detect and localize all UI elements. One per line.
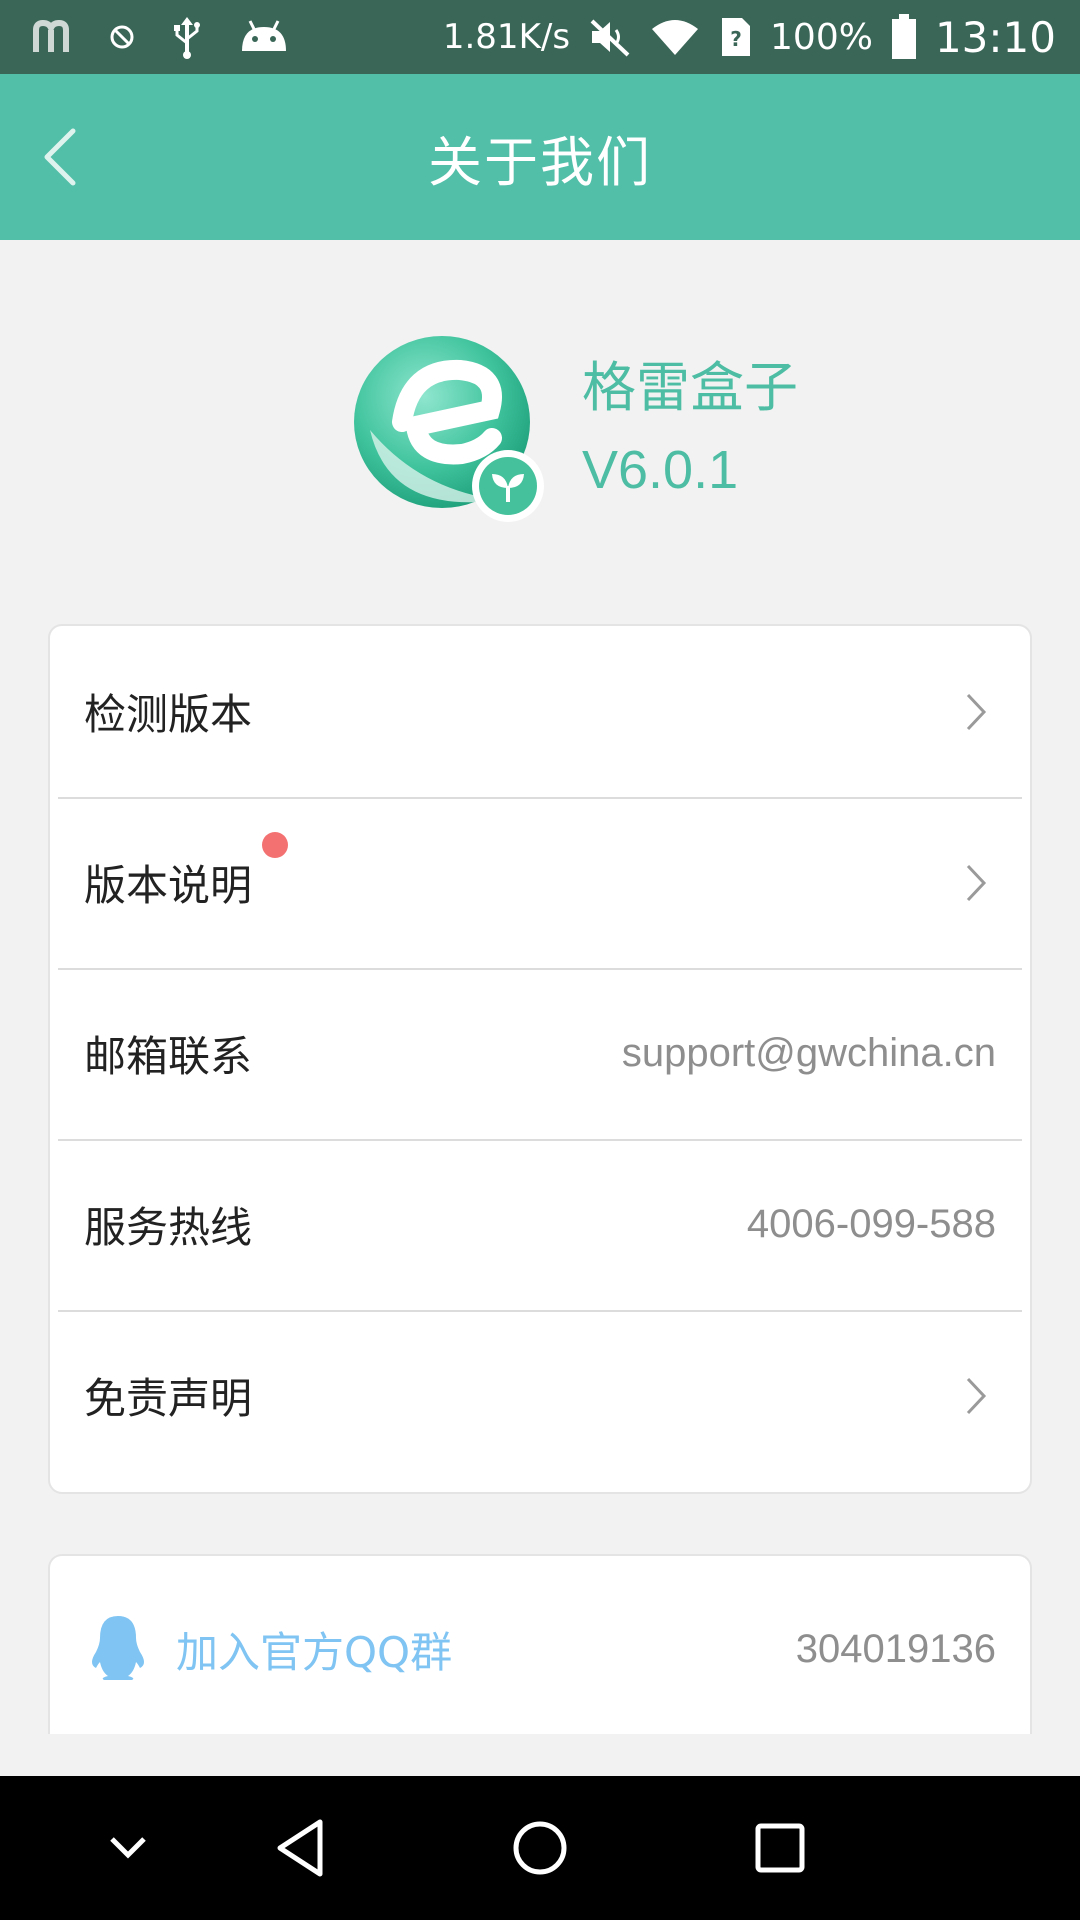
m-app-icon xyxy=(32,20,74,54)
page-title: 关于我们 xyxy=(428,130,652,194)
sim-icon: ? xyxy=(718,16,752,58)
android-icon xyxy=(238,17,290,57)
circle-home-icon xyxy=(513,1821,567,1875)
app-version: V6.0.1 xyxy=(582,440,739,500)
chevron-down-icon xyxy=(110,1837,146,1859)
new-badge xyxy=(262,832,289,858)
app-logo xyxy=(350,330,550,530)
settings-card: 检测版本 版本说明 邮箱联系 support@gwchina.cn 服务热线 4… xyxy=(48,624,1032,1494)
menu-item-disclaimer[interactable]: 免责声明 xyxy=(50,1310,1030,1481)
email-value[interactable]: support@gwchina.cn xyxy=(622,1031,996,1076)
net-speed: 1.81K/s xyxy=(442,17,571,57)
chevron-right-icon xyxy=(956,853,996,913)
hotline-value[interactable]: 4006-099-588 xyxy=(747,1202,996,1247)
chevron-right-icon xyxy=(956,1366,996,1426)
blocked-icon xyxy=(108,23,136,51)
chevron-right-icon xyxy=(956,682,996,742)
menu-item-check-version[interactable]: 检测版本 xyxy=(50,626,1030,797)
usb-icon xyxy=(170,15,204,59)
home-nav-button[interactable] xyxy=(511,1819,569,1877)
battery-icon xyxy=(891,14,917,60)
chevron-left-icon xyxy=(44,128,76,186)
clock: 13:10 xyxy=(934,12,1056,62)
app-header: 关于我们 xyxy=(0,74,1080,240)
back-button[interactable] xyxy=(26,112,96,202)
status-bar: 1.81K/s ? 100% 13:10 xyxy=(0,0,1080,74)
square-recents-icon xyxy=(755,1823,805,1873)
system-nav-bar xyxy=(0,1776,1080,1920)
wifi-icon xyxy=(650,17,700,57)
recents-nav-button[interactable] xyxy=(754,1822,806,1874)
menu-item-email[interactable]: 邮箱联系 support@gwchina.cn xyxy=(50,968,1030,1139)
menu-item-label: 免责声明 xyxy=(84,1374,253,1423)
menu-item-label: 版本说明 xyxy=(84,861,253,910)
battery-level: 100% xyxy=(770,16,873,58)
menu-item-release-notes[interactable]: 版本说明 xyxy=(50,797,1030,968)
hide-keyboard-button[interactable] xyxy=(108,1835,148,1861)
qq-penguin-icon xyxy=(88,1614,148,1684)
svg-text:?: ? xyxy=(730,27,742,51)
app-info: 格雷盒子 V6.0.1 xyxy=(350,330,798,530)
back-nav-button[interactable] xyxy=(274,1818,326,1878)
qq-group-card: 加入官方QQ群 304019136 xyxy=(48,1554,1032,1734)
triangle-back-icon xyxy=(277,1819,323,1877)
menu-item-label: 邮箱联系 xyxy=(84,1032,253,1081)
join-qq-label: 加入官方QQ群 xyxy=(176,1627,453,1677)
app-name: 格雷盒子 xyxy=(582,356,798,419)
join-qq-group-row[interactable]: 加入官方QQ群 304019136 xyxy=(50,1556,1030,1742)
menu-item-hotline[interactable]: 服务热线 4006-099-588 xyxy=(50,1139,1030,1310)
qq-group-number: 304019136 xyxy=(795,1626,996,1671)
menu-item-label: 检测版本 xyxy=(84,690,253,739)
menu-item-label: 服务热线 xyxy=(84,1203,253,1252)
mute-icon xyxy=(588,17,632,57)
